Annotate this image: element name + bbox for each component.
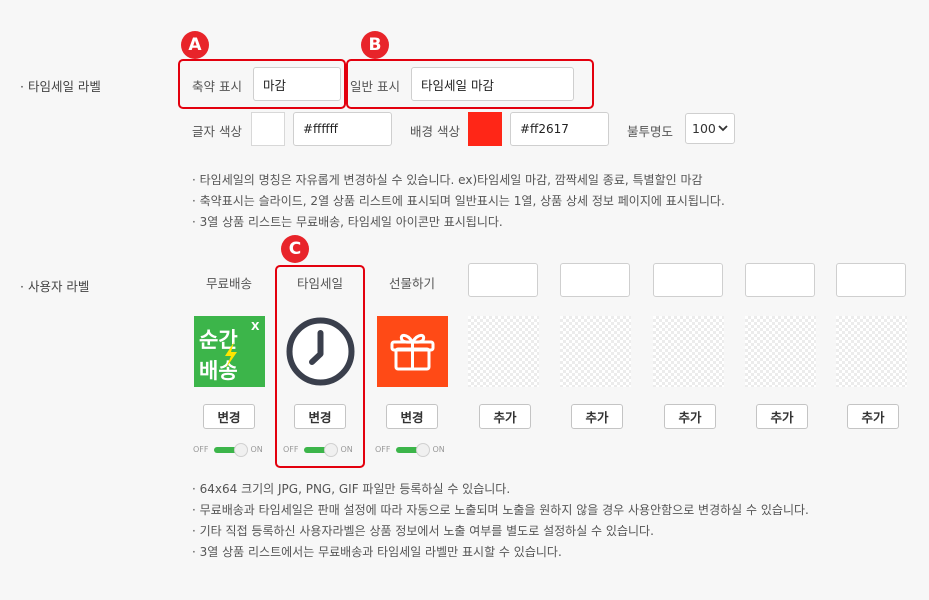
- user-label-name-input[interactable]: [653, 263, 723, 297]
- bg-color-input[interactable]: #ff2617: [510, 112, 609, 146]
- user-label-note: · 3열 상품 리스트에서는 무료배송과 타임세일 라벨만 표시할 수 있습니다…: [192, 545, 562, 559]
- toggle-knob[interactable]: [233, 442, 248, 457]
- empty-image-placeholder: [560, 316, 631, 387]
- free-delivery-icon-text-2: 배송: [199, 359, 238, 383]
- opacity-value: 100: [692, 121, 716, 136]
- toggle-gift[interactable]: OFF ON: [375, 442, 445, 457]
- clock-icon: [285, 316, 356, 387]
- toggle-off-label: OFF: [375, 445, 391, 454]
- empty-image-placeholder: [836, 316, 907, 387]
- annotation-badge-b: B: [361, 31, 389, 59]
- user-label-name-input[interactable]: [468, 263, 538, 297]
- user-label-note: · 무료배송과 타임세일은 판매 설정에 따라 자동으로 노출되며 노출을 원하…: [192, 503, 809, 517]
- toggle-free-delivery[interactable]: OFF ON: [193, 442, 263, 457]
- user-label-note: · 기타 직접 등록하신 사용자라벨은 상품 정보에서 노출 여부를 별도로 설…: [192, 524, 654, 538]
- text-color-input[interactable]: #ffffff: [293, 112, 392, 146]
- user-label-name-input[interactable]: [745, 263, 815, 297]
- timesale-section-title: · 타임세일 라벨: [20, 79, 101, 94]
- opacity-select[interactable]: 100: [685, 113, 735, 144]
- annotation-badge-c: C: [281, 235, 309, 263]
- user-label-note: · 64x64 크기의 JPG, PNG, GIF 파일만 등록하실 수 있습니…: [192, 482, 511, 496]
- label-title-gift: 선물하기: [388, 276, 435, 291]
- timesale-note: · 3열 상품 리스트는 무료배송, 타임세일 아이콘만 표시됩니다.: [192, 215, 503, 229]
- gift-icon: [377, 316, 448, 387]
- toggle-knob[interactable]: [323, 442, 338, 457]
- add-button[interactable]: 추가: [479, 404, 531, 429]
- opacity-label: 불투명도: [627, 124, 674, 139]
- toggle-off-label: OFF: [193, 445, 209, 454]
- toggle-off-label: OFF: [283, 445, 299, 454]
- toggle-knob[interactable]: [415, 442, 430, 457]
- normal-display-input[interactable]: 타임세일 마감: [411, 67, 574, 101]
- empty-image-placeholder: [653, 316, 724, 387]
- timesale-notes: · 타임세일의 명칭은 자유롭게 변경하실 수 있습니다. ex)타임세일 마감…: [192, 170, 725, 233]
- change-button-gift[interactable]: 변경: [386, 404, 438, 429]
- add-button[interactable]: 추가: [664, 404, 716, 429]
- label-title-timesale: 타임세일: [296, 276, 343, 291]
- change-button-free-delivery[interactable]: 변경: [203, 404, 255, 429]
- toggle-track[interactable]: [303, 442, 338, 457]
- free-delivery-icon: 순간 배송 X: [194, 316, 265, 387]
- empty-image-placeholder: [745, 316, 816, 387]
- toggle-on-label: ON: [432, 445, 445, 454]
- change-button-timesale[interactable]: 변경: [294, 404, 346, 429]
- toggle-track[interactable]: [395, 442, 430, 457]
- short-display-label: 축약 표시: [192, 79, 242, 94]
- normal-display-label: 일반 표시: [350, 79, 400, 94]
- bg-color-label: 배경 색상: [410, 124, 460, 139]
- text-color-swatch[interactable]: [251, 112, 285, 146]
- text-color-label: 글자 색상: [192, 124, 242, 139]
- add-button[interactable]: 추가: [756, 404, 808, 429]
- free-delivery-icon-text-x: X: [251, 320, 260, 333]
- add-button[interactable]: 추가: [571, 404, 623, 429]
- short-display-input[interactable]: 마감: [253, 67, 341, 101]
- toggle-track[interactable]: [213, 442, 248, 457]
- user-label-notes: · 64x64 크기의 JPG, PNG, GIF 파일만 등록하실 수 있습니…: [192, 479, 809, 563]
- toggle-timesale[interactable]: OFF ON: [283, 442, 353, 457]
- toggle-on-label: ON: [340, 445, 353, 454]
- bg-color-swatch[interactable]: [468, 112, 502, 146]
- chevron-down-icon: [718, 125, 728, 132]
- label-title-free-delivery: 무료배송: [205, 276, 252, 291]
- annotation-badge-a: A: [181, 31, 209, 59]
- toggle-on-label: ON: [250, 445, 263, 454]
- user-label-section-title: · 사용자 라벨: [20, 279, 90, 294]
- timesale-note: · 축약표시는 슬라이드, 2열 상품 리스트에 표시되며 일반표시는 1열, …: [192, 194, 725, 208]
- user-label-name-input[interactable]: [560, 263, 630, 297]
- empty-image-placeholder: [468, 316, 539, 387]
- user-label-name-input[interactable]: [836, 263, 906, 297]
- add-button[interactable]: 추가: [847, 404, 899, 429]
- timesale-note: · 타임세일의 명칭은 자유롭게 변경하실 수 있습니다. ex)타임세일 마감…: [192, 173, 703, 187]
